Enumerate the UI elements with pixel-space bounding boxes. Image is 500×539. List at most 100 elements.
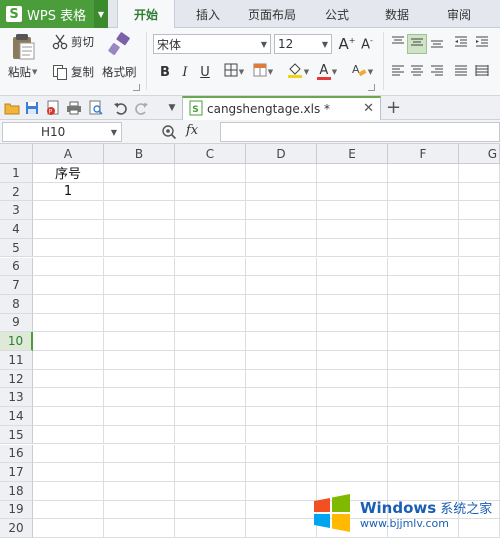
column-header[interactable]: A (33, 144, 104, 164)
cell[interactable] (175, 388, 246, 408)
row-header[interactable]: 9 (0, 313, 33, 333)
clipboard-group-launcher-icon[interactable] (133, 84, 140, 91)
cell[interactable] (459, 220, 500, 239)
copy-button[interactable]: 复制 (52, 64, 94, 80)
cell[interactable] (246, 519, 317, 538)
select-all-corner[interactable] (0, 144, 33, 164)
undo-icon[interactable] (112, 100, 128, 116)
cell[interactable] (104, 463, 175, 482)
cell[interactable] (33, 276, 104, 295)
cell[interactable] (317, 294, 388, 314)
cell[interactable] (175, 351, 246, 370)
cell[interactable] (175, 164, 246, 183)
align-right-button[interactable] (427, 62, 447, 82)
cell[interactable] (459, 444, 500, 464)
cell[interactable] (104, 388, 175, 408)
cell-style-button[interactable]: ▼ (249, 62, 277, 82)
cell[interactable] (246, 257, 317, 277)
cell[interactable] (388, 220, 459, 239)
cell[interactable] (388, 463, 459, 482)
cell[interactable] (246, 201, 317, 221)
cell[interactable] (459, 351, 500, 370)
cell[interactable] (104, 481, 175, 501)
cell[interactable] (246, 444, 317, 464)
name-box[interactable]: H10 ▼ (2, 122, 122, 142)
row-header[interactable]: 8 (0, 294, 33, 314)
cell[interactable] (33, 201, 104, 221)
column-header[interactable]: C (175, 144, 246, 164)
insert-function-button[interactable]: fx (186, 123, 198, 138)
cell[interactable] (33, 425, 104, 445)
cell[interactable] (104, 425, 175, 445)
font-size-select[interactable]: 12 ▼ (274, 34, 332, 54)
cell[interactable] (33, 388, 104, 408)
cell[interactable] (459, 463, 500, 482)
cell[interactable] (317, 369, 388, 389)
cell[interactable] (317, 276, 388, 295)
cell[interactable] (104, 294, 175, 314)
cell[interactable] (246, 164, 317, 183)
open-folder-icon[interactable] (4, 100, 20, 116)
italic-button[interactable]: I (175, 62, 195, 82)
cell[interactable] (246, 238, 317, 258)
cell[interactable] (246, 407, 317, 426)
cell[interactable] (33, 294, 104, 314)
font-group-launcher-icon[interactable] (368, 84, 375, 91)
search-icon[interactable] (161, 124, 177, 143)
cell[interactable] (104, 182, 175, 202)
cell[interactable] (388, 407, 459, 426)
cell[interactable] (33, 351, 104, 370)
row-header[interactable]: 18 (0, 481, 33, 501)
cell[interactable] (246, 276, 317, 295)
paste-button[interactable] (10, 32, 40, 62)
cell[interactable] (459, 238, 500, 258)
row-header[interactable]: 13 (0, 388, 33, 408)
increase-indent-button[interactable] (472, 34, 492, 54)
align-left-button[interactable] (388, 62, 408, 82)
row-header[interactable]: 19 (0, 500, 33, 520)
cell[interactable] (33, 257, 104, 277)
row-header[interactable]: 3 (0, 201, 33, 221)
row-header[interactable]: 4 (0, 220, 33, 239)
cell[interactable] (246, 182, 317, 202)
cell[interactable] (246, 500, 317, 520)
cell[interactable] (33, 313, 104, 333)
cell[interactable] (388, 351, 459, 370)
cell[interactable] (388, 425, 459, 445)
cell[interactable] (459, 276, 500, 295)
align-center-button[interactable] (407, 62, 427, 82)
increase-font-size-button[interactable]: A+ (337, 34, 357, 54)
cell[interactable] (104, 500, 175, 520)
row-header[interactable]: 11 (0, 351, 33, 370)
cell[interactable] (104, 257, 175, 277)
customize-toolbar-dropdown-icon[interactable]: ▼ (164, 100, 180, 116)
cell[interactable] (104, 444, 175, 464)
fill-color-button[interactable]: ▼ (284, 62, 312, 82)
tab-data[interactable]: 数据 (374, 0, 420, 28)
cell[interactable] (246, 313, 317, 333)
cell[interactable] (33, 481, 104, 501)
cell[interactable] (317, 463, 388, 482)
cell[interactable] (104, 369, 175, 389)
cell[interactable] (175, 238, 246, 258)
cell[interactable] (175, 220, 246, 239)
document-tab[interactable]: S cangshengtage.xls * ✕ (182, 96, 381, 120)
cell[interactable] (175, 201, 246, 221)
cell[interactable] (388, 164, 459, 183)
row-header[interactable]: 6 (0, 257, 33, 277)
cell[interactable] (104, 332, 175, 351)
cell[interactable] (388, 294, 459, 314)
cell[interactable] (317, 238, 388, 258)
cell[interactable] (104, 276, 175, 295)
cell[interactable] (246, 351, 317, 370)
column-header[interactable]: G (459, 144, 500, 164)
cell[interactable] (317, 407, 388, 426)
column-header[interactable]: B (104, 144, 175, 164)
cell[interactable] (104, 164, 175, 183)
cell[interactable] (246, 425, 317, 445)
cell[interactable] (175, 332, 246, 351)
cell[interactable] (246, 463, 317, 482)
cell[interactable] (246, 332, 317, 351)
cell[interactable] (317, 332, 388, 351)
cell-a1[interactable]: 序号 (33, 164, 104, 183)
